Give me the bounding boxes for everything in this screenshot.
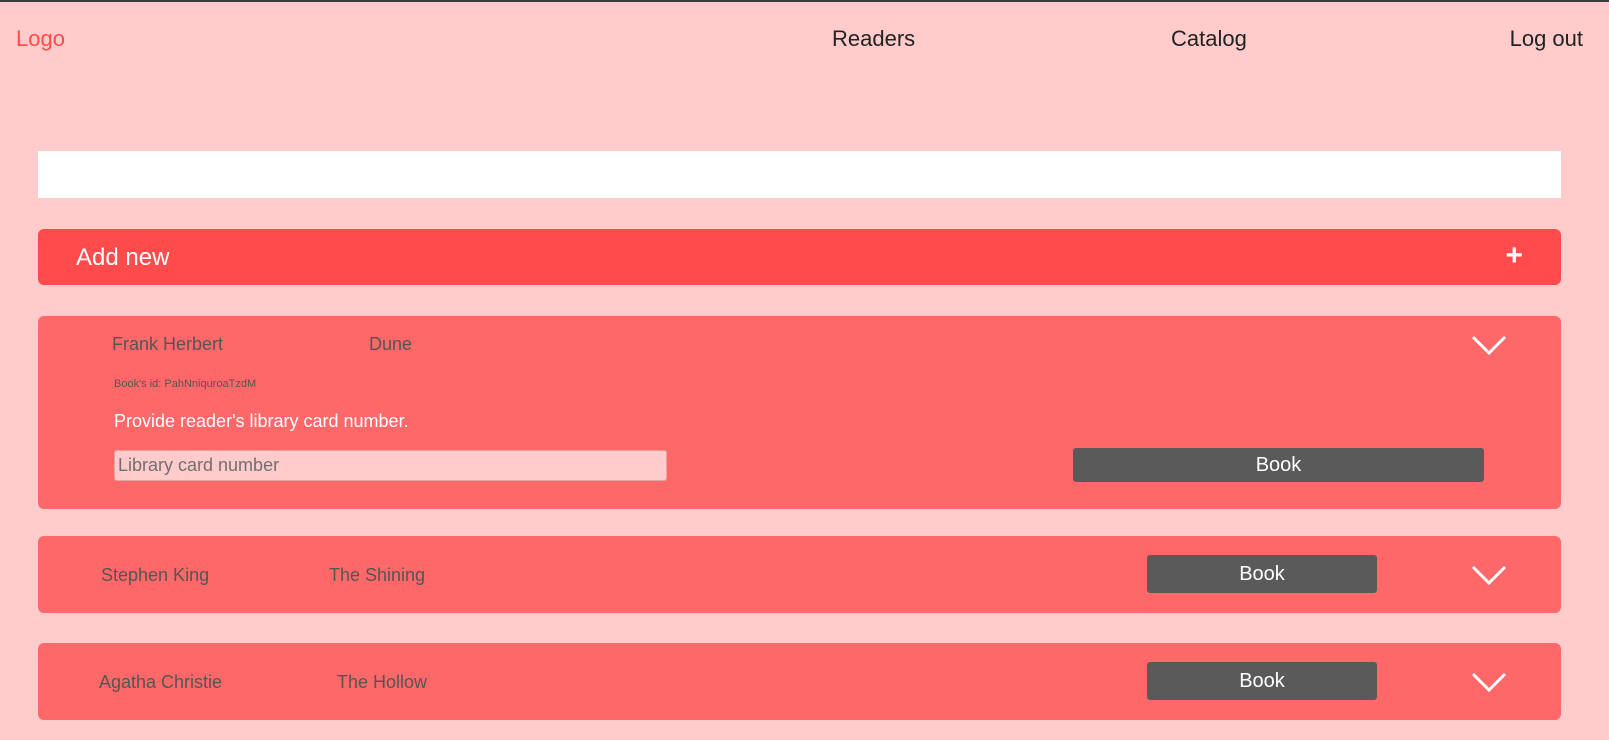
book-card-expanded: Frank Herbert Dune Book's id: PahNniquro…	[38, 316, 1561, 509]
book-author: Frank Herbert	[112, 334, 224, 354]
add-new-label: Add new	[76, 244, 170, 271]
chevron-down-icon[interactable]	[1471, 334, 1507, 356]
nav-catalog-link[interactable]: Catalog	[1171, 26, 1247, 52]
book-button[interactable]: Book	[1073, 448, 1484, 482]
book-card: Stephen King The Shining Book	[38, 536, 1561, 613]
nav-logout-link[interactable]: Log out	[1510, 26, 1583, 52]
book-title: The Shining	[329, 565, 426, 585]
book-title: Dune	[369, 334, 413, 354]
add-new-button[interactable]: Add new +	[38, 229, 1561, 285]
book-card: Agatha Christie The Hollow Book	[38, 643, 1561, 720]
library-card-input[interactable]	[114, 450, 667, 481]
chevron-down-icon[interactable]	[1471, 564, 1507, 586]
plus-icon: +	[1505, 239, 1523, 272]
book-author: Agatha Christie	[99, 672, 223, 692]
book-id-label: Book's id: PahNniquroaTzdM	[114, 378, 257, 390]
book-author: Stephen King	[101, 565, 210, 585]
book-button[interactable]: Book	[1147, 662, 1377, 700]
search-input[interactable]	[38, 151, 1561, 198]
nav-readers-link[interactable]: Readers	[832, 26, 915, 52]
chevron-down-icon[interactable]	[1471, 671, 1507, 693]
book-button[interactable]: Book	[1147, 555, 1377, 593]
book-title: The Hollow	[337, 672, 428, 692]
library-card-prompt: Provide reader's library card number.	[114, 411, 409, 431]
logo[interactable]: Logo	[16, 26, 65, 52]
